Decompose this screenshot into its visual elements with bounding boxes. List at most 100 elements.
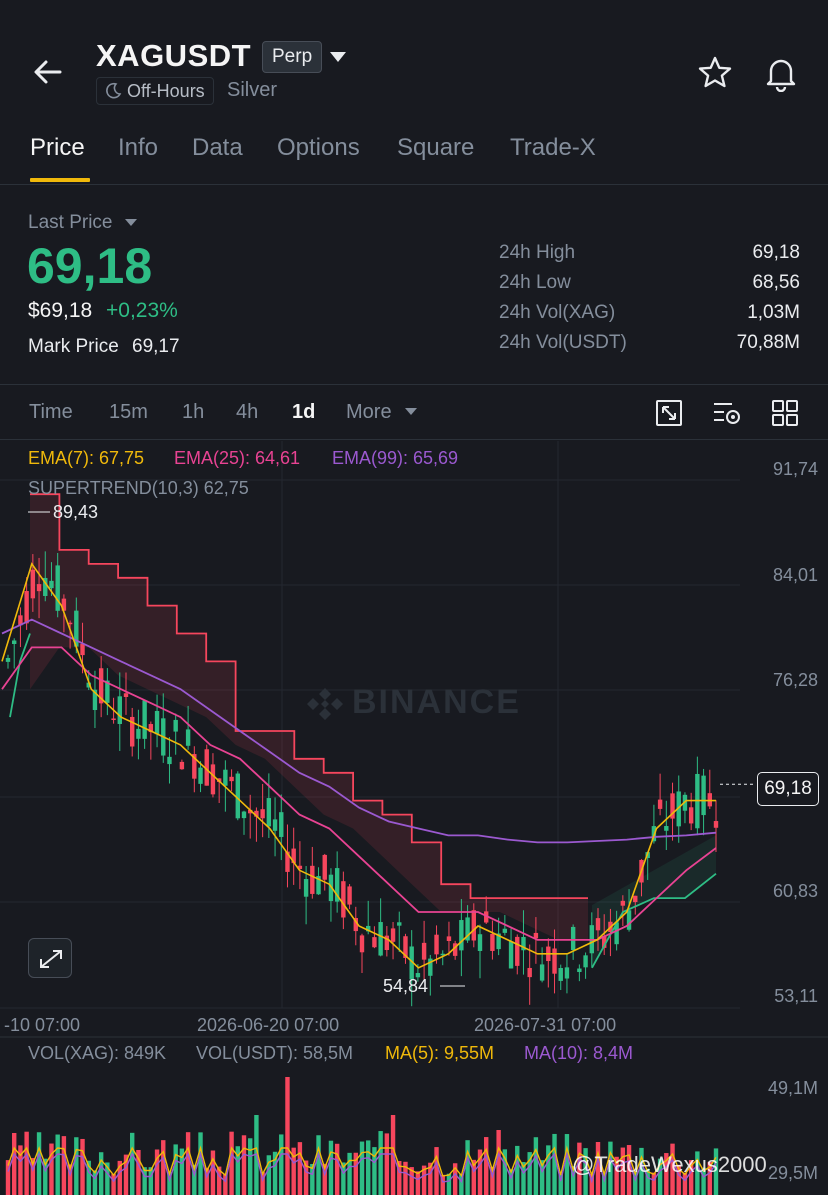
volume-bar <box>316 1135 321 1195</box>
candle-body <box>303 879 309 897</box>
volume-bar <box>210 1150 216 1195</box>
candle-body <box>36 584 42 592</box>
volume-bar <box>173 1144 178 1195</box>
binance-logo-icon <box>307 688 343 720</box>
candle-body <box>49 580 54 589</box>
candle-body <box>390 928 396 942</box>
legend-vol-usdt: VOL(USDT): 58,5M <box>196 1043 354 1063</box>
candle-body <box>421 942 427 960</box>
low-marker: 54,84 <box>383 976 429 996</box>
price-chart[interactable] <box>0 0 828 1195</box>
volume-bar <box>484 1137 489 1195</box>
volume-bar <box>49 1143 54 1195</box>
volume-bar <box>366 1140 371 1195</box>
volume-bar <box>515 1145 520 1195</box>
y-tick: 84,01 <box>772 565 818 585</box>
credit-text: @TradeWexus2000 <box>572 1152 767 1177</box>
volume-bar <box>434 1147 439 1195</box>
volume-bar <box>148 1167 154 1195</box>
candle-body <box>372 937 377 948</box>
volume-bar <box>359 1141 365 1195</box>
vol-y-tick: 49,1M <box>767 1078 818 1098</box>
candle-body <box>502 928 508 933</box>
candle-body <box>5 657 11 662</box>
y-tick: 76,28 <box>772 670 818 690</box>
candle-body <box>341 881 346 918</box>
candle-body <box>595 918 601 931</box>
candle-body <box>347 886 352 905</box>
candle-body <box>24 591 29 624</box>
volume-bar <box>55 1134 60 1195</box>
volume-bar <box>564 1134 570 1195</box>
volume-bar <box>334 1143 340 1195</box>
candle-body <box>80 643 85 656</box>
candle-body <box>657 799 663 809</box>
candle-body <box>701 775 706 816</box>
candle-body <box>564 967 570 979</box>
candle-body <box>633 895 638 903</box>
volume-bar <box>415 1171 421 1195</box>
volume-bar <box>111 1173 116 1195</box>
candle-body <box>552 948 557 974</box>
volume-bar <box>297 1142 303 1195</box>
legend-ma10: MA(10): 8,4M <box>524 1043 634 1063</box>
volume-bar <box>248 1138 253 1195</box>
volume-bar <box>24 1131 29 1195</box>
candle-body <box>198 767 203 784</box>
volume-bar <box>279 1134 284 1195</box>
y-tick: 60,83 <box>772 881 818 901</box>
candle-body <box>359 935 365 953</box>
x-tick: -10 07:00 <box>4 1015 81 1035</box>
candle-body <box>459 920 464 951</box>
volume-bar <box>36 1132 42 1195</box>
candle-body <box>397 922 402 926</box>
expand-icon <box>40 950 62 968</box>
candle-body <box>310 865 315 894</box>
supertrend-label: SUPERTREND(10,3) 62,75 <box>28 478 249 498</box>
volume-bar <box>533 1137 539 1195</box>
volume-bar <box>198 1132 203 1195</box>
volume-bar <box>241 1135 247 1195</box>
candle-body <box>490 933 495 951</box>
y-tick: 91,74 <box>772 459 818 479</box>
candle-body <box>539 964 545 981</box>
candle-body <box>272 819 278 831</box>
candle-body <box>210 764 216 795</box>
legend-vol-xag: VOL(XAG): 849K <box>28 1043 167 1063</box>
volume-bar <box>161 1140 166 1195</box>
candle-body <box>154 710 160 735</box>
volume-bar <box>142 1167 147 1195</box>
candle-body <box>179 761 185 770</box>
volume-bar <box>384 1133 390 1195</box>
legend-ma5: MA(5): 9,55M <box>385 1043 495 1063</box>
candle-body <box>167 756 172 765</box>
candle-body <box>117 696 122 724</box>
expand-chart-button[interactable] <box>28 938 72 978</box>
legend-supertrend: SUPERTREND(10,3) 62,75 <box>28 478 249 499</box>
volume-bar <box>185 1132 191 1195</box>
candle-body <box>260 809 265 819</box>
candle-body <box>508 941 514 969</box>
candle-body <box>688 807 694 824</box>
candle-body <box>223 769 228 786</box>
volume-bar <box>12 1132 17 1195</box>
volume-bar <box>328 1140 334 1195</box>
candle-body <box>12 640 17 644</box>
volume-bar <box>80 1138 85 1195</box>
candle-body <box>266 798 272 827</box>
candle-body <box>583 955 588 968</box>
vol-y-tick: 29,5M <box>767 1163 818 1183</box>
candle-body <box>577 968 582 972</box>
volume-bar <box>285 1077 290 1195</box>
volume-bar <box>378 1131 383 1195</box>
candle-body <box>235 773 240 819</box>
candle-body <box>620 900 626 906</box>
candle-body <box>527 967 532 978</box>
candle-body <box>434 934 439 955</box>
candle-body <box>471 910 476 941</box>
candle-body <box>558 968 563 981</box>
candle-body <box>185 729 191 746</box>
volume-bar <box>74 1137 79 1195</box>
candle-body <box>111 718 116 721</box>
candle-body <box>142 700 147 739</box>
